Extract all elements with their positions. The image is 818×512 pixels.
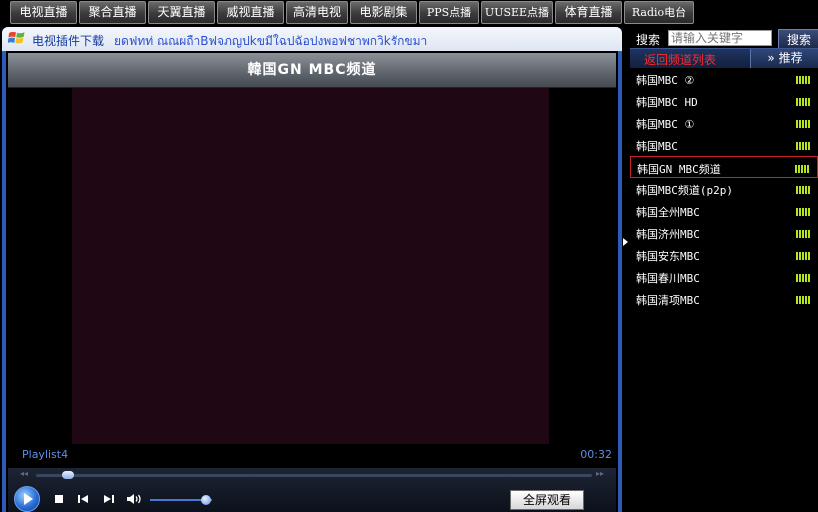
tab-uusee-vod[interactable]: UUSEE点播 (481, 1, 553, 24)
back-to-channel-list-link[interactable]: 返回频道列表 (644, 51, 716, 68)
channel-item[interactable]: 韩国济州MBC (630, 222, 818, 244)
playlist-label: Playlist4 (22, 448, 69, 461)
seek-back-icon[interactable]: ◂◂ (20, 469, 28, 478)
channel-item[interactable]: 韩国GN MBC频道 (630, 156, 818, 178)
video-area[interactable]: Playlist4 00:32 (8, 88, 616, 468)
video-picture[interactable] (72, 88, 549, 444)
channel-item[interactable]: 韩国MBC (630, 134, 818, 156)
channel-name: 韩国MBC ② (636, 74, 695, 87)
channel-name: 韩国济州MBC (636, 228, 700, 241)
signal-strength-icon (796, 120, 810, 128)
collapse-panel-icon[interactable] (623, 238, 628, 246)
elapsed-time: 00:32 (580, 448, 612, 461)
signal-strength-icon (796, 230, 810, 238)
tab-pps-vod[interactable]: PPS点播 (419, 1, 479, 24)
fullscreen-button[interactable]: 全屏观看 (510, 490, 584, 510)
signal-strength-icon (796, 208, 810, 216)
top-tab-bar: 电视直播 聚合直播 天翼直播 威视直播 高清电视 电影剧集 PPS点播 UUSE… (0, 0, 818, 24)
tab-aggregate-live[interactable]: 聚合直播 (79, 1, 146, 24)
media-player-window: 电视插件下载 ยดฟทท่ ณณผถืาBฟจภญปkขมีใฉปฉัอปงพอ… (2, 27, 622, 512)
player-body: 韓国GN MBC频道 Playlist4 00:32 ◂◂ ▸▸ 全屏观看 (6, 51, 618, 512)
windows-logo-icon (8, 31, 25, 44)
channel-nav-bar: 返回频道列表 » 推荐 (630, 48, 818, 68)
tab-hd-tv[interactable]: 高清电视 (286, 1, 348, 24)
channel-item[interactable]: 韩国MBC频道(p2p) (630, 178, 818, 200)
tab-tianyi-live[interactable]: 天翼直播 (148, 1, 215, 24)
signal-strength-icon (795, 165, 809, 173)
stop-icon[interactable] (52, 493, 66, 505)
seek-thumb[interactable] (62, 471, 75, 479)
signal-strength-icon (796, 186, 810, 194)
channel-name: 韩国MBC HD (636, 96, 698, 109)
channel-name: 韩国全州MBC (636, 206, 700, 219)
signal-strength-icon (796, 252, 810, 260)
plugin-download-link[interactable]: 电视插件下载 (32, 32, 104, 49)
channel-item[interactable]: 韩国全州MBC (630, 200, 818, 222)
channel-title-bar: 韓国GN MBC频道 (8, 53, 616, 88)
previous-icon[interactable] (76, 493, 90, 505)
channel-item[interactable]: 韩国MBC HD (630, 90, 818, 112)
volume-thumb[interactable] (200, 495, 211, 505)
recommend-label: 推荐 (778, 51, 803, 65)
channel-name: 韩国清项MBC (636, 294, 700, 307)
player-header: 电视插件下载 ยดฟทท่ ณณผถืาBฟจภญปkขมีใฉปฉัอปงพอ… (2, 27, 622, 51)
signal-strength-icon (796, 142, 810, 150)
channel-name: 韩国春川MBC (636, 272, 700, 285)
news-ticker: ยดฟทท่ ณณผถืาBฟจภญปkขมีใฉปฉัอปงพอฟชาพกวิ… (114, 34, 428, 48)
seek-bar[interactable] (36, 474, 592, 477)
channel-item[interactable]: 韩国安东MBC (630, 244, 818, 266)
volume-icon[interactable] (126, 493, 144, 505)
recommend-button[interactable]: » 推荐 (750, 49, 818, 68)
channel-item[interactable]: 韩国清项MBC (630, 288, 818, 310)
next-icon[interactable] (102, 493, 116, 505)
channel-item[interactable]: 韩国MBC ① (630, 112, 818, 134)
search-label: 搜索 (636, 33, 661, 47)
panel-divider (622, 24, 630, 512)
playback-controls: ◂◂ ▸▸ 全屏观看 (8, 468, 616, 512)
channel-list: 韩国MBC ② 韩国MBC HD 韩国MBC ① 韩国MBC 韩国GN MBC频道 韩国M… (630, 68, 818, 310)
channel-name: 韩国安东MBC (636, 250, 700, 263)
channel-panel: 搜索 搜索 返回频道列表 » 推荐 韩国MBC ②韩国MBC HD韩国MBC ①… (630, 24, 818, 512)
channel-name: 韩国MBC ① (636, 118, 695, 131)
signal-strength-icon (796, 296, 810, 304)
channel-item[interactable]: 韩国MBC ② (630, 68, 818, 90)
signal-strength-icon (796, 274, 810, 282)
seek-forward-icon[interactable]: ▸▸ (596, 469, 604, 478)
tab-movies-series[interactable]: 电影剧集 (350, 1, 417, 24)
signal-strength-icon (796, 98, 810, 106)
channel-item[interactable]: 韩国春川MBC (630, 266, 818, 288)
double-chevron-down-icon: » (767, 51, 775, 65)
now-playing-title: 韓国GN MBC频道 (247, 62, 377, 78)
channel-name: 韩国GN MBC频道 (637, 163, 721, 176)
channel-name: 韩国MBC (636, 140, 678, 153)
tab-tv-live[interactable]: 电视直播 (10, 1, 77, 24)
channel-name: 韩国MBC频道(p2p) (636, 184, 733, 197)
search-input[interactable] (668, 30, 772, 46)
tab-sports-live[interactable]: 体育直播 (555, 1, 622, 24)
tab-radio[interactable]: Radio电台 (624, 1, 694, 24)
tab-weishi-live[interactable]: 威视直播 (217, 1, 284, 24)
signal-strength-icon (796, 76, 810, 84)
play-button[interactable] (14, 486, 40, 512)
